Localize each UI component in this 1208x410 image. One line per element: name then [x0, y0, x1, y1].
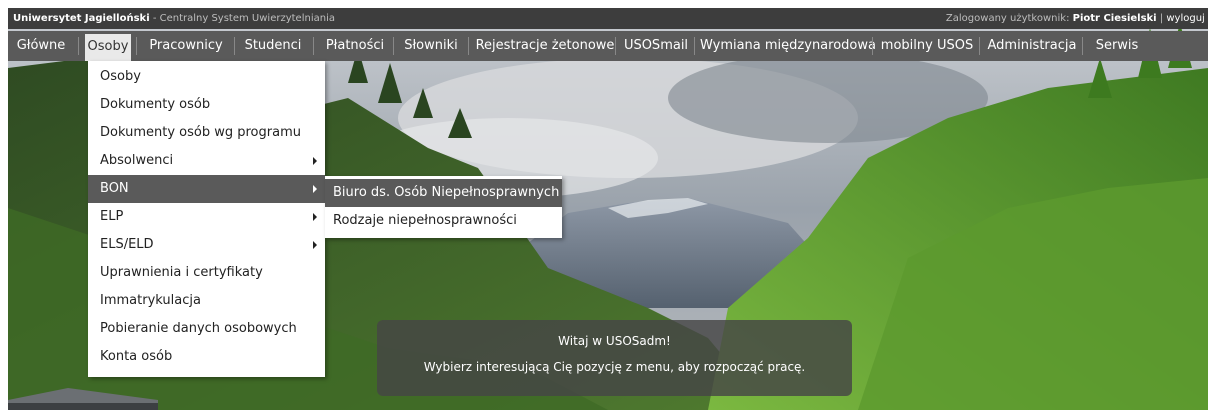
university-name: Uniwersytet Jagielloński — [13, 13, 150, 24]
dropdown-item-dokumenty-osob-wg-programu[interactable]: Dokumenty osób wg programu — [88, 119, 325, 147]
submenu-arrow-icon — [313, 185, 317, 193]
top-info-bar: Uniwersytet Jagielloński - Centralny Sys… — [8, 8, 1208, 29]
main-menu-bar: Główne Osoby Pracownicy Studenci Płatnoś… — [8, 31, 1208, 61]
menu-separator — [872, 37, 873, 55]
dropdown-item-label: Uprawnienia i certyfikaty — [100, 265, 263, 280]
menu-separator — [313, 37, 314, 55]
system-title: Uniwersytet Jagielloński - Centralny Sys… — [13, 8, 335, 29]
logged-in-label: Zalogowany użytkownik: — [945, 13, 1070, 24]
logout-link[interactable]: wyloguj si — [1166, 13, 1208, 24]
menu-item-mobilny-usos[interactable]: mobilny USOS — [875, 31, 979, 61]
dropdown-item-dokumenty-osob[interactable]: Dokumenty osób — [88, 91, 325, 119]
user-separator: | — [1159, 13, 1164, 24]
dropdown-item-label: ELP — [100, 209, 124, 224]
menu-separator — [78, 37, 79, 55]
menu-item-serwis[interactable]: Serwis — [1086, 31, 1148, 61]
submenu-arrow-icon — [313, 241, 317, 249]
menu-separator — [393, 37, 394, 55]
dropdown-item-label: Dokumenty osób — [100, 97, 211, 112]
user-info: Zalogowany użytkownik: Piotr Ciesielski … — [946, 8, 1208, 29]
menu-separator — [694, 37, 695, 55]
menu-item-rejestracje-zetonowe[interactable]: Rejestracje żetonowe — [474, 31, 616, 61]
dropdown-item-els-eld[interactable]: ELS/ELD — [88, 231, 325, 259]
dropdown-item-absolwenci[interactable]: Absolwenci — [88, 147, 325, 175]
submenu-item-rodzaje-niepelnosprawnosci[interactable]: Rodzaje niepełnosprawności — [325, 207, 562, 235]
dropdown-item-label: Dokumenty osób wg programu — [100, 125, 301, 140]
dropdown-item-bon[interactable]: BON — [88, 175, 325, 203]
dropdown-item-label: ELS/ELD — [100, 237, 154, 252]
submenu-item-biuro-osob-niepelnosprawnych[interactable]: Biuro ds. Osób Niepełnosprawnych — [325, 179, 562, 207]
menu-separator — [136, 37, 137, 55]
dropdown-item-immatrykulacja[interactable]: Immatrykulacja — [88, 287, 325, 315]
dropdown-item-label: Osoby — [100, 69, 141, 84]
menu-separator — [468, 37, 469, 55]
dropdown-item-elp[interactable]: ELP — [88, 203, 325, 231]
app-frame: Uniwersytet Jagielloński - Centralny Sys… — [8, 8, 1208, 410]
menu-item-glowne[interactable]: Główne — [10, 31, 72, 61]
dropdown-item-osoby[interactable]: Osoby — [88, 63, 325, 91]
dropdown-item-pobieranie-danych-osobowych[interactable]: Pobieranie danych osobowych — [88, 315, 325, 343]
dropdown-item-label: BON — [100, 181, 129, 196]
menu-separator — [234, 37, 235, 55]
menu-separator — [615, 37, 616, 55]
dropdown-item-uprawnienia-i-certyfikaty[interactable]: Uprawnienia i certyfikaty — [88, 259, 325, 287]
welcome-message: Wybierz interesującą Cię pozycję z menu,… — [423, 360, 806, 374]
menu-separator — [979, 37, 980, 55]
menu-item-osoby[interactable]: Osoby — [85, 34, 131, 61]
menu-item-administracja[interactable]: Administracja — [984, 31, 1080, 61]
submenu-arrow-icon — [313, 213, 317, 221]
bon-submenu: Biuro ds. Osób Niepełnosprawnych Rodzaje… — [325, 176, 562, 238]
menu-separator — [1082, 37, 1083, 55]
menu-item-studenci[interactable]: Studenci — [239, 31, 307, 61]
dropdown-item-label: Pobieranie danych osobowych — [100, 321, 297, 336]
submenu-arrow-icon — [313, 157, 317, 165]
menu-item-platnosci[interactable]: Płatności — [319, 31, 391, 61]
menu-item-slowniki[interactable]: Słowniki — [396, 31, 466, 61]
welcome-panel: Witaj w USOSadm! Wybierz interesującą Ci… — [377, 320, 852, 396]
menu-item-wymiana-miedzynarodowa[interactable]: Wymiana międzynarodowa — [700, 31, 876, 61]
osoby-dropdown-menu: Osoby Dokumenty osób Dokumenty osób wg p… — [88, 61, 325, 377]
dropdown-item-label: Absolwenci — [100, 153, 174, 168]
user-name: Piotr Ciesielski — [1072, 13, 1157, 24]
welcome-title: Witaj w USOSadm! — [558, 334, 671, 348]
menu-item-pracownicy[interactable]: Pracownicy — [143, 31, 229, 61]
system-name: - Centralny System Uwierzytelniania — [152, 13, 335, 24]
menu-item-usosmail[interactable]: USOSmail — [618, 31, 694, 61]
dropdown-item-label: Immatrykulacja — [100, 293, 201, 308]
dropdown-item-konta-osob[interactable]: Konta osób — [88, 343, 325, 371]
dropdown-item-label: Konta osób — [100, 349, 173, 364]
